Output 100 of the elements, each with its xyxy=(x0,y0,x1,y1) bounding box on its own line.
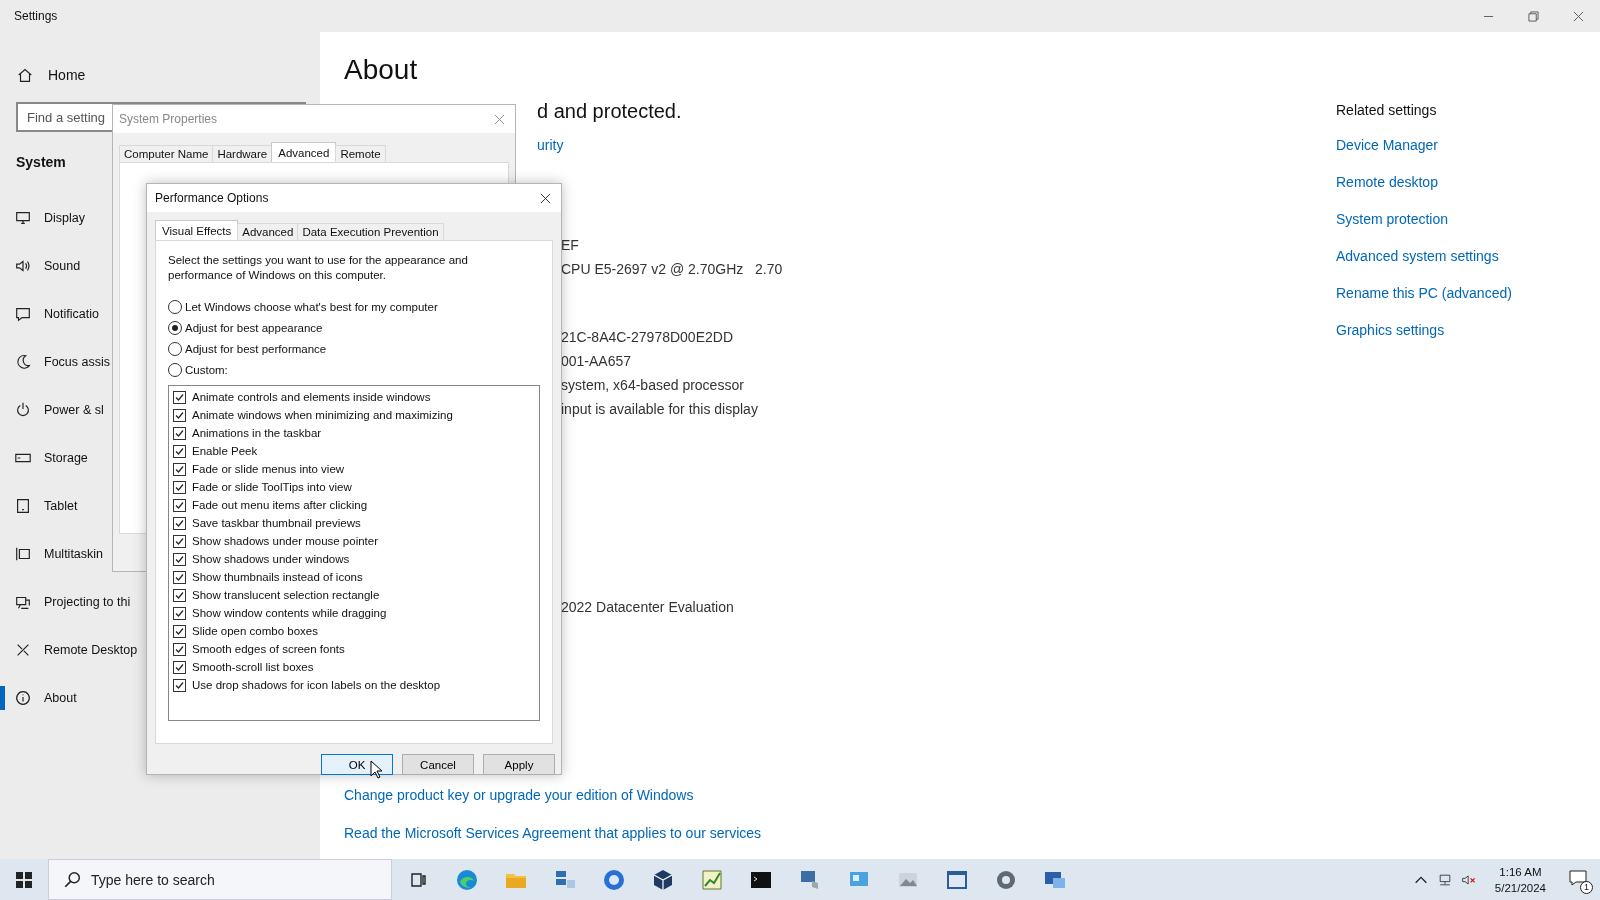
tab[interactable]: Advanced xyxy=(237,223,299,240)
tab[interactable]: Advanced xyxy=(271,142,337,162)
checkbox-label: Show window contents while dragging xyxy=(192,607,387,619)
restore-icon[interactable] xyxy=(1528,10,1539,22)
checkbox[interactable] xyxy=(173,588,186,602)
security-link[interactable]: urity xyxy=(537,137,564,153)
checkbox[interactable] xyxy=(173,480,186,494)
checkbox-label: Show translucent selection rectangle xyxy=(192,589,380,601)
nav-item[interactable]: Power & sl xyxy=(0,386,104,434)
nav-item[interactable]: Projecting to thi xyxy=(0,578,131,626)
tab[interactable]: Data Execution Prevention xyxy=(297,223,444,240)
related-link[interactable]: Graphics settings xyxy=(1336,322,1445,338)
checkbox-label: Smooth-scroll list boxes xyxy=(192,661,314,673)
tab[interactable]: Computer Name xyxy=(119,145,214,162)
nav-item[interactable]: Focus assis xyxy=(0,338,110,386)
dialog-button[interactable]: Apply xyxy=(483,754,555,775)
start-icon[interactable] xyxy=(16,871,32,888)
nav-item[interactable]: Notificatio xyxy=(0,290,99,338)
checkbox[interactable] xyxy=(173,516,186,530)
checkbox[interactable] xyxy=(173,552,186,566)
description-text: Select the settings you want to use for the appearance and performance of Windows on this computer. xyxy=(168,253,469,283)
nav-item[interactable]: Tablet xyxy=(0,482,78,530)
checkbox[interactable] xyxy=(173,408,186,422)
cube-icon[interactable] xyxy=(651,867,675,892)
related-link[interactable]: Device Manager xyxy=(1336,137,1438,153)
related-link[interactable]: System protection xyxy=(1336,211,1449,227)
nav-item[interactable]: Sound xyxy=(0,242,81,290)
checkbox[interactable] xyxy=(173,534,186,548)
checkbox-label: Slide open combo boxes xyxy=(192,625,318,637)
checkbox-label: Fade or slide menus into view xyxy=(192,463,345,475)
nav-item[interactable]: Multitaskin xyxy=(0,530,104,578)
chart-icon[interactable] xyxy=(700,867,724,892)
radio-button[interactable] xyxy=(168,342,182,356)
checkbox-label: Fade out menu items after clicking xyxy=(192,499,368,511)
speaker-icon xyxy=(14,257,32,275)
info-icon xyxy=(14,689,32,707)
status-text: d and protected. xyxy=(537,100,682,123)
spec-value: 21C-8A4C-27978D00E2DD xyxy=(561,329,734,345)
spec-value: 001-AA657 xyxy=(561,353,633,369)
checkbox[interactable] xyxy=(173,660,186,674)
radio-button[interactable] xyxy=(168,363,182,377)
taskbar-search-box[interactable]: Type here to search xyxy=(48,859,392,900)
checkbox[interactable] xyxy=(173,606,186,620)
display-icon xyxy=(14,209,32,227)
tab[interactable]: Remote xyxy=(335,145,386,162)
window-title: Settings xyxy=(13,9,58,23)
search-icon xyxy=(63,870,81,889)
checkbox[interactable] xyxy=(173,390,186,404)
date-text: 5/21/2024 xyxy=(1494,880,1546,896)
checkbox[interactable] xyxy=(173,678,186,692)
dialog-title: System Properties xyxy=(119,112,218,126)
checkbox[interactable] xyxy=(173,624,186,638)
taskbar-search-field[interactable]: Type here to search xyxy=(91,861,381,898)
action-link[interactable]: Read the Microsoft Services Agreement that applies to our services xyxy=(344,825,762,841)
related-link[interactable]: Remote desktop xyxy=(1336,174,1438,190)
power-icon xyxy=(14,401,32,419)
multitask-icon xyxy=(14,545,32,563)
related-settings-title: Related settings xyxy=(1336,102,1437,118)
checkbox-label: Save taskbar thumbnail previews xyxy=(192,517,361,529)
tablet-icon xyxy=(14,497,32,515)
clock[interactable]: 1:16 AM 5/21/2024 xyxy=(1494,863,1546,896)
dialog-title: Performance Options xyxy=(155,191,269,205)
nav-item[interactable]: About xyxy=(0,674,77,722)
checkbox[interactable] xyxy=(173,444,186,458)
checkbox[interactable] xyxy=(173,498,186,512)
moon-icon xyxy=(14,353,32,371)
spec-value: CPU E5-2697 v2 @ 2.70GHz 2.70 xyxy=(561,261,783,277)
globe-icon[interactable] xyxy=(602,867,626,892)
checkbox-label: Animate windows when minimizing and maximizing xyxy=(192,409,453,421)
tab[interactable]: Visual Effects xyxy=(155,220,239,240)
spec-value: input is available for this display xyxy=(561,401,758,417)
radio-label: Let Windows choose what's best for my computer xyxy=(185,301,438,313)
checkbox-label: Use drop shadows for icon labels on the desktop xyxy=(192,679,441,691)
checkbox[interactable] xyxy=(173,426,186,440)
related-link[interactable]: Rename this PC (advanced) xyxy=(1336,285,1512,301)
checkbox-label: Animations in the taskbar xyxy=(192,427,322,439)
spec-value: EF xyxy=(561,237,580,253)
home-nav-item[interactable]: Home xyxy=(0,60,86,90)
action-link[interactable]: Change product key or upgrade your edition of Windows xyxy=(344,787,762,803)
mouse-pointer-icon xyxy=(370,760,382,779)
dialog-button[interactable]: Cancel xyxy=(402,754,474,775)
radio-button[interactable] xyxy=(168,300,182,314)
radio-label: Custom: xyxy=(185,364,228,376)
nav-item[interactable]: Display xyxy=(0,194,85,242)
nav-item[interactable]: Storage xyxy=(0,434,88,482)
related-link[interactable]: Advanced system settings xyxy=(1336,248,1499,264)
spec-value: system, x64-based processor xyxy=(561,377,745,393)
checkbox[interactable] xyxy=(173,462,186,476)
close-icon[interactable] xyxy=(540,192,551,204)
checkbox[interactable] xyxy=(173,642,186,656)
checkbox[interactable] xyxy=(173,570,186,584)
checkbox-label: Show thumbnails instead of icons xyxy=(192,571,363,583)
section-title: System xyxy=(15,153,66,170)
radio-button[interactable] xyxy=(168,321,182,335)
speech-bubble-icon xyxy=(14,305,32,323)
spec-value: 2022 Datacenter Evaluation xyxy=(561,599,734,615)
home-icon xyxy=(16,66,34,84)
browser-icon[interactable] xyxy=(455,867,479,892)
dialog-button[interactable]: OK xyxy=(321,754,393,775)
nav-item[interactable]: Remote Desktop xyxy=(0,626,138,674)
